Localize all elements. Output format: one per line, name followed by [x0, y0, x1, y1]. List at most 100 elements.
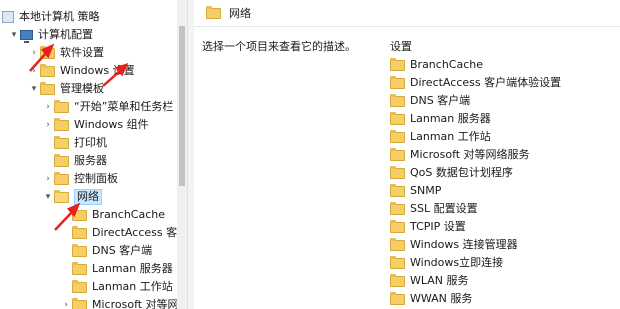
folder-icon [390, 183, 405, 197]
list-item[interactable]: SNMP [390, 182, 441, 200]
list-item[interactable]: QoS 数据包计划程序 [390, 164, 513, 182]
folder-icon [72, 261, 87, 275]
folder-icon [390, 255, 405, 269]
tree-scrollbar[interactable] [177, 0, 187, 309]
tree-item-software-settings[interactable]: › 软件设置 [28, 44, 104, 62]
expand-icon[interactable]: › [42, 98, 54, 116]
tree-item-control-panel[interactable]: › 控制面板 [42, 170, 118, 188]
folder-icon [390, 273, 405, 287]
tree-item-label: DirectAccess 客户 [92, 226, 187, 239]
list-item-label: SNMP [410, 184, 442, 197]
folder-icon [206, 5, 221, 19]
folder-icon [390, 237, 405, 251]
expand-icon[interactable]: › [28, 62, 40, 80]
list-item[interactable]: Lanman 工作站 [390, 128, 491, 146]
tree-item-lanman-server[interactable]: Lanman 服务器 [72, 260, 173, 278]
list-item[interactable]: TCPIP 设置 [390, 218, 466, 236]
folder-icon [390, 57, 405, 71]
details-header: 网络 [194, 0, 620, 27]
tree-item-label: 打印机 [74, 136, 107, 149]
list-item-label: Microsoft 对等网络服务 [410, 148, 530, 161]
column-header-settings[interactable]: 设置 [390, 38, 412, 54]
folder-icon [40, 81, 55, 95]
list-item-label: WWAN 服务 [410, 292, 473, 305]
details-title: 网络 [229, 7, 251, 20]
folder-icon [54, 171, 69, 185]
tree-item-lanman-workstation[interactable]: Lanman 工作站 [72, 278, 173, 296]
tree-item-windows-components[interactable]: › Windows 组件 [42, 116, 149, 134]
expand-icon[interactable]: › [60, 296, 72, 309]
folder-icon [390, 111, 405, 125]
list-item[interactable]: Lanman 服务器 [390, 110, 491, 128]
pane-splitter[interactable] [187, 0, 194, 309]
tree-item-label: Lanman 工作站 [92, 280, 173, 293]
folder-icon [54, 189, 69, 203]
tree-item-label: Windows 组件 [74, 118, 149, 131]
folder-icon [54, 99, 69, 113]
list-item-label: Windows立即连接 [410, 256, 504, 269]
tree-item-printers[interactable]: 打印机 [54, 134, 107, 152]
tree-root[interactable]: 本地计算机 策略 [2, 8, 100, 26]
folder-icon [72, 243, 87, 257]
tree-item-label: 服务器 [74, 154, 107, 167]
tree-item-start-menu[interactable]: › “开始”菜单和任务栏 [42, 98, 173, 116]
tree-item-label: Microsoft 对等网 [92, 298, 179, 309]
list-item-label: DNS 客户端 [410, 94, 471, 107]
expand-icon[interactable]: › [28, 44, 40, 62]
tree-item-computer-config[interactable]: ▾ 计算机配置 [8, 26, 93, 44]
expand-icon[interactable]: › [42, 170, 54, 188]
list-item[interactable]: BranchCache [390, 56, 483, 74]
list-item-label: BranchCache [410, 58, 484, 71]
tree-item-label: Windows 设置 [60, 64, 135, 77]
tree-root-label: 本地计算机 策略 [19, 10, 100, 23]
folder-icon [54, 153, 69, 167]
description-text: 选择一个项目来查看它的描述。 [202, 40, 356, 53]
list-item[interactable]: Microsoft 对等网络服务 [390, 146, 530, 164]
collapse-icon[interactable]: ▾ [42, 188, 54, 206]
tree-item-dns-client[interactable]: DNS 客户端 [72, 242, 152, 260]
tree-item-admin-templates[interactable]: ▾ 管理模板 [28, 80, 104, 98]
list-item[interactable]: DNS 客户端 [390, 92, 470, 110]
list-item-label: WLAN 服务 [410, 274, 469, 287]
details-pane: 网络 选择一个项目来查看它的描述。 设置 BranchCache DirectA… [194, 0, 620, 309]
scroll-thumb[interactable] [179, 26, 185, 186]
folder-icon [72, 207, 87, 221]
tree-item-windows-settings[interactable]: › Windows 设置 [28, 62, 135, 80]
tree-item-branchcache[interactable]: BranchCache [72, 206, 165, 224]
folder-icon [390, 165, 405, 179]
folder-icon [390, 75, 405, 89]
list-item-label: Windows 连接管理器 [410, 238, 518, 251]
tree-item-label: BranchCache [92, 208, 166, 221]
list-item-label: Lanman 工作站 [410, 130, 491, 143]
tree-item-network[interactable]: ▾ 网络 [42, 188, 102, 206]
list-item[interactable]: Windows 连接管理器 [390, 236, 518, 254]
folder-icon [390, 147, 405, 161]
folder-icon [72, 279, 87, 293]
list-item[interactable]: WLAN 服务 [390, 272, 469, 290]
folder-icon [40, 63, 55, 77]
tree-item-microsoft-p2p[interactable]: › Microsoft 对等网 [60, 296, 179, 309]
folder-icon [390, 219, 405, 233]
list-item[interactable]: WWAN 服务 [390, 290, 472, 308]
folder-icon [390, 129, 405, 143]
list-item[interactable]: DirectAccess 客户端体验设置 [390, 74, 561, 92]
tree-item-label: 管理模板 [60, 82, 104, 95]
tree-item-label: 软件设置 [60, 46, 104, 59]
list-item[interactable]: SSL 配置设置 [390, 200, 478, 218]
folder-icon [72, 297, 87, 309]
tree-pane[interactable]: 本地计算机 策略 ▾ 计算机配置 › 软件设置 › Windows 设置 ▾ 管… [0, 0, 187, 309]
list-item-label: Lanman 服务器 [410, 112, 491, 125]
tree-item-label: 网络 [74, 189, 102, 205]
expand-icon[interactable]: › [42, 116, 54, 134]
tree-item-server[interactable]: 服务器 [54, 152, 107, 170]
folder-icon [390, 291, 405, 305]
tree-item-label: 控制面板 [74, 172, 118, 185]
list-item-label: SSL 配置设置 [410, 202, 478, 215]
tree-item-label: “开始”菜单和任务栏 [74, 100, 174, 113]
list-item[interactable]: Windows立即连接 [390, 254, 503, 272]
collapse-icon[interactable]: ▾ [8, 26, 20, 44]
collapse-icon[interactable]: ▾ [28, 80, 40, 98]
tree-item-directaccess[interactable]: DirectAccess 客户 [72, 224, 187, 242]
tree-item-label: Lanman 服务器 [92, 262, 173, 275]
list-item-label: DirectAccess 客户端体验设置 [410, 76, 562, 89]
